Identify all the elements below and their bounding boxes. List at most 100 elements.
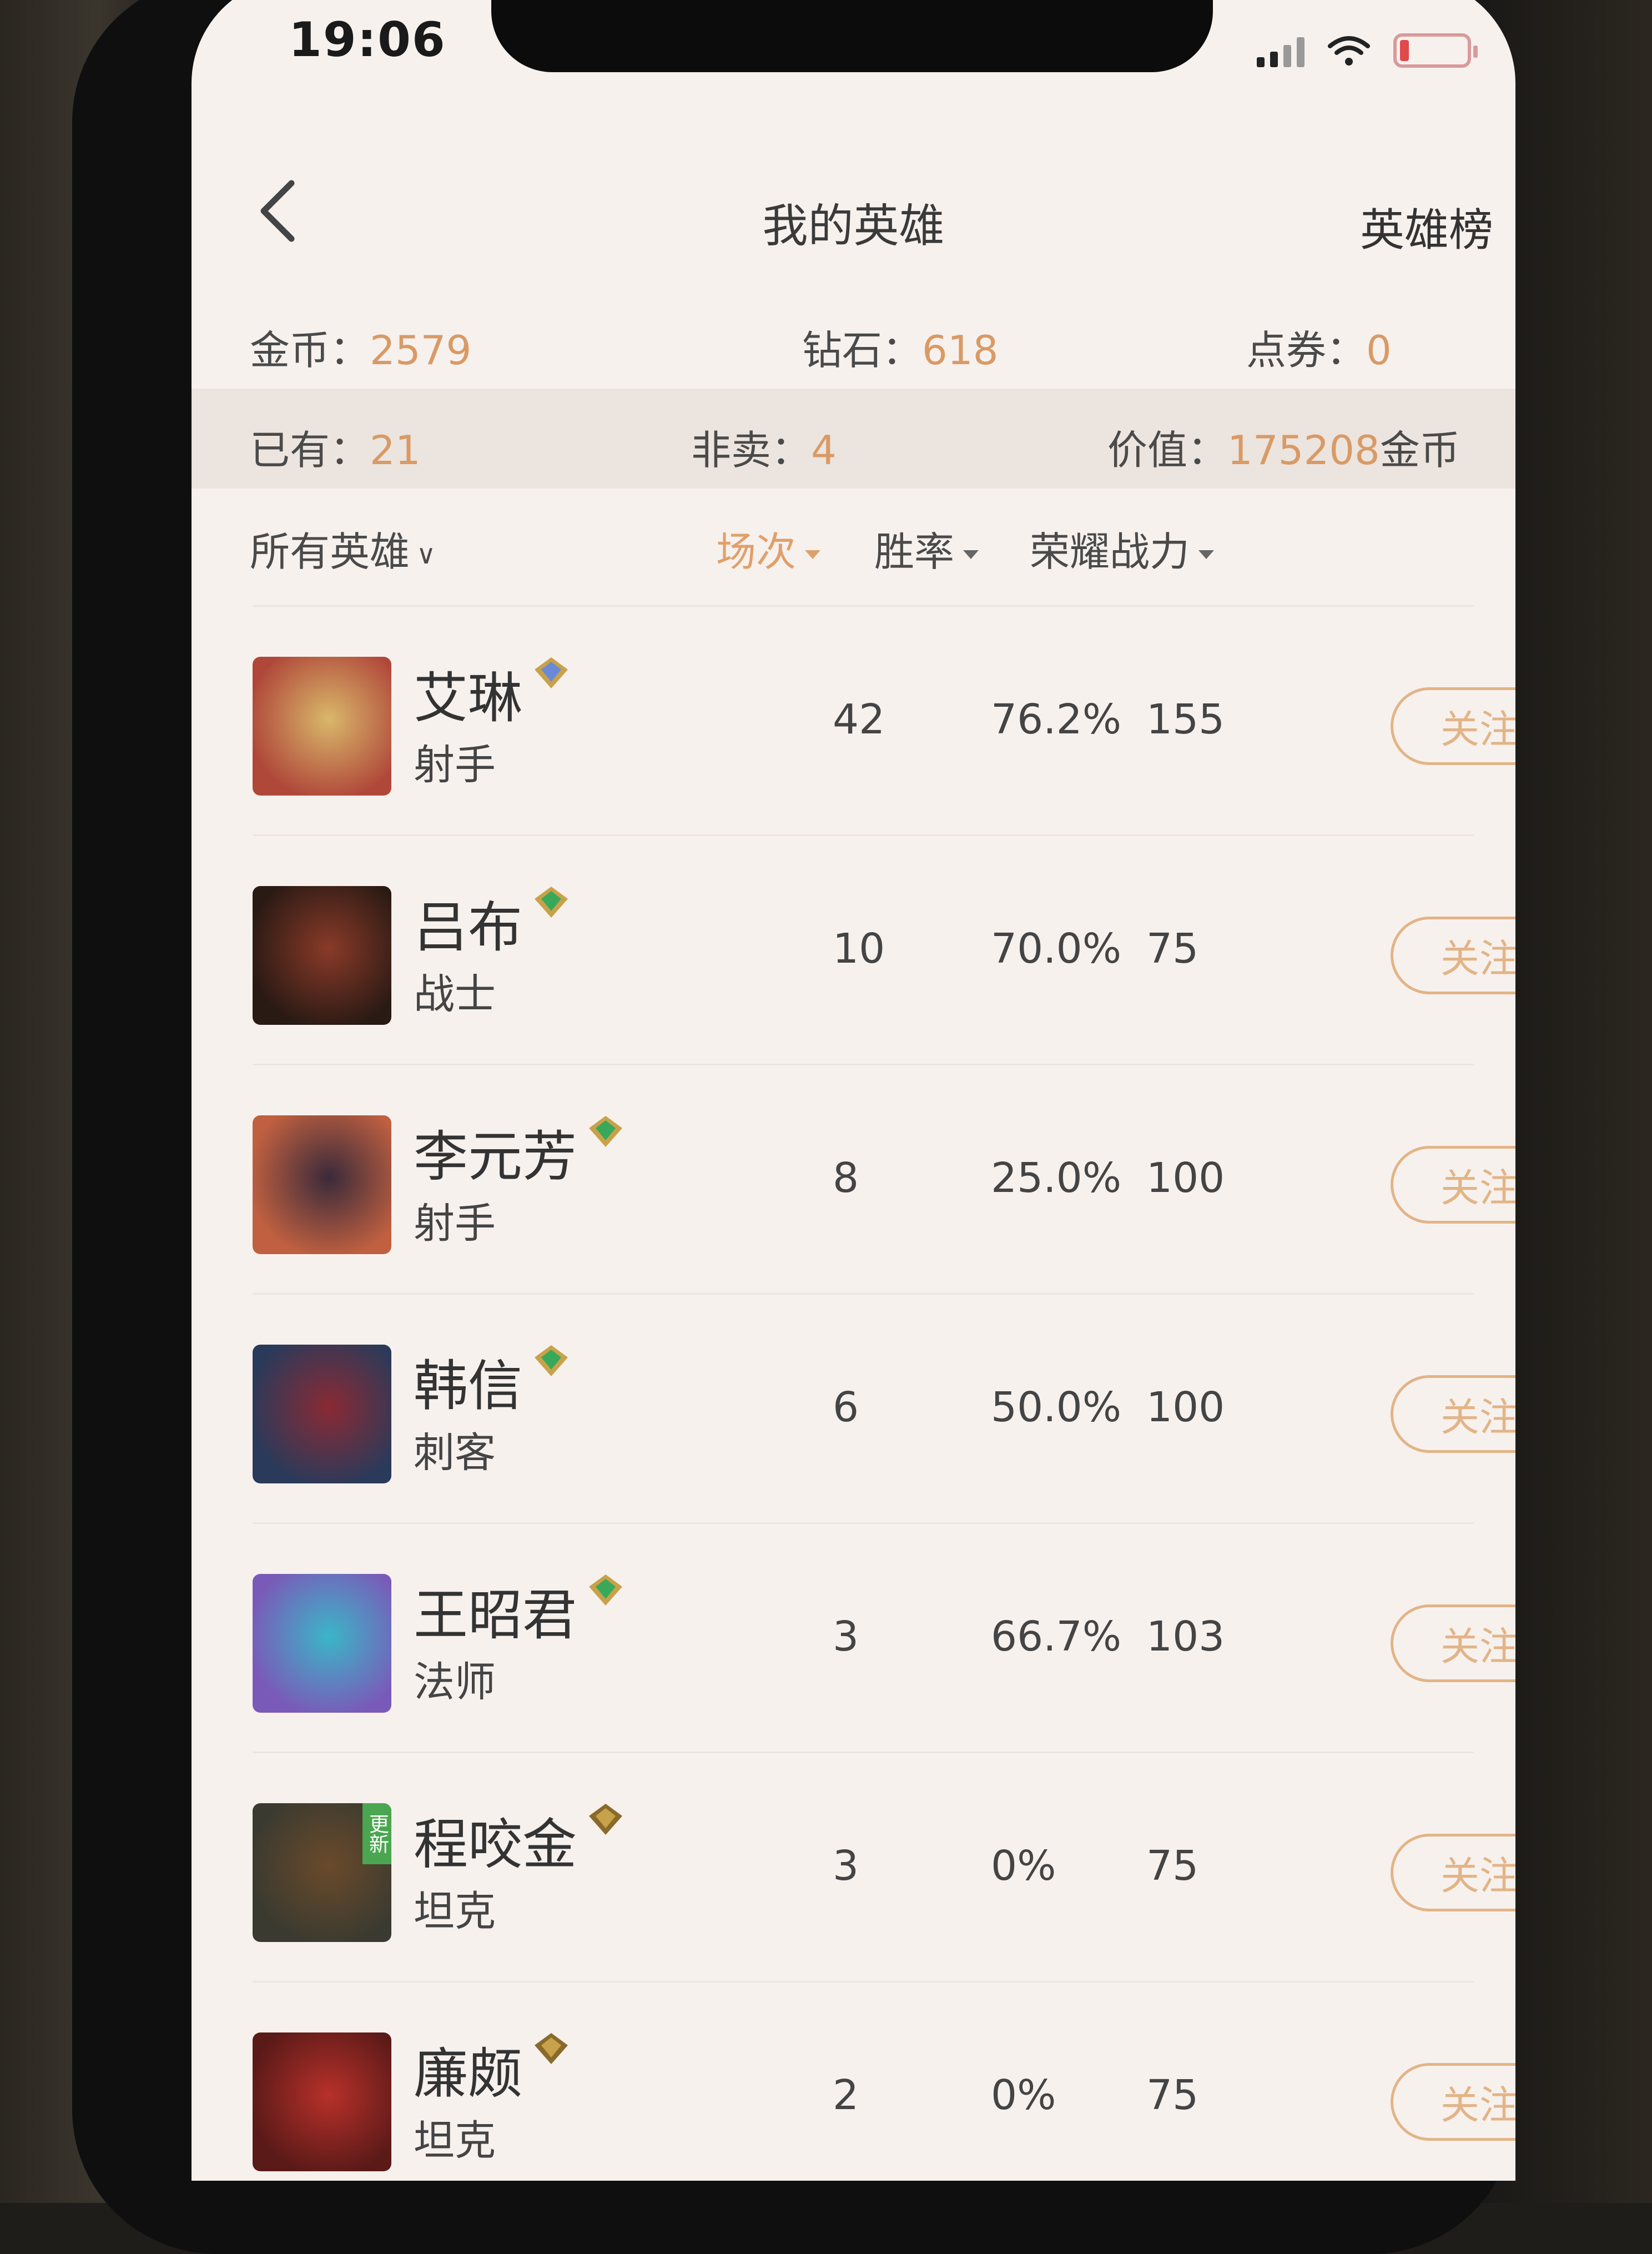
gold-stat: 金币：2579 (250, 318, 471, 376)
page-title: 我的英雄 (762, 200, 945, 253)
update-badge: 更新 (362, 1803, 391, 1864)
hero-avatar[interactable] (253, 1115, 391, 1254)
hero-winrate: 25.0% (991, 1154, 1122, 1202)
hero-avatar[interactable] (253, 886, 391, 1025)
sort-games-label: 场次 (716, 529, 797, 575)
sort-bar: 所有英雄 ∨ 场次 胜率 荣耀战力 (192, 489, 1515, 600)
diamond-stat: 钻石：618 (802, 318, 998, 376)
hero-row[interactable]: 韩信 刺客 6 50.0% 100 关注 (253, 1293, 1515, 1522)
hero-games: 8 (833, 1154, 859, 1202)
not-for-sale-stat: 非卖：4 (691, 417, 837, 476)
hero-row[interactable]: 王昭君 法师 3 66.7% 103 关注 (253, 1522, 1515, 1752)
hero-games: 10 (833, 925, 885, 973)
caret-down-icon (805, 550, 821, 560)
follow-button[interactable]: 关注 (1391, 687, 1515, 765)
hero-row[interactable]: 廉颇 坦克 2 0% 75 关注 (253, 1981, 1515, 2181)
hero-avatar[interactable] (253, 1345, 391, 1483)
hero-name: 吕布 (414, 896, 523, 959)
hero-power: 75 (1146, 925, 1199, 973)
follow-button[interactable]: 关注 (1391, 2063, 1515, 2141)
hero-filter-label: 所有英雄 (250, 529, 410, 575)
hero-name-block: 韩信 (414, 1342, 573, 1421)
hero-list: 艾琳 射手 42 76.2% 155 关注 吕布 战士 10 70.0% 75 … (253, 605, 1515, 2181)
blue-gem-icon (535, 657, 568, 688)
diamond-value: 618 (922, 327, 999, 374)
hero-role: 刺客 (414, 1429, 496, 1477)
hero-games: 2 (833, 2071, 859, 2119)
green-gem-icon (589, 1574, 623, 1606)
hero-row[interactable]: 艾琳 射手 42 76.2% 155 关注 (253, 605, 1515, 834)
hero-name-block: 王昭君 (414, 1571, 628, 1650)
green-gem-icon (535, 1345, 568, 1376)
follow-button[interactable]: 关注 (1391, 1604, 1515, 1682)
gold-value: 2579 (370, 327, 472, 374)
hero-role: 坦克 (414, 2117, 496, 2165)
hero-role: 射手 (414, 1200, 496, 1247)
gold-label: 金币： (250, 327, 370, 374)
hero-power: 155 (1146, 696, 1225, 743)
owned-stat: 已有：21 (250, 417, 421, 476)
owned-label: 已有： (250, 427, 370, 474)
hero-winrate: 76.2% (991, 696, 1122, 743)
hero-avatar[interactable] (253, 657, 391, 796)
sort-winrate[interactable]: 胜率 (874, 519, 979, 577)
hero-games: 6 (833, 1383, 859, 1431)
hero-role: 法师 (414, 1658, 496, 1706)
sort-games[interactable]: 场次 (716, 519, 821, 577)
diamond-label: 钻石： (802, 327, 923, 374)
hero-winrate: 50.0% (991, 1383, 1122, 1431)
hero-role: 战士 (414, 970, 496, 1018)
coupon-stat: 点券：0 (1246, 318, 1392, 376)
hero-filter-dropdown[interactable]: 所有英雄 ∨ (250, 519, 436, 577)
hero-power: 100 (1146, 1383, 1225, 1431)
wifi-icon (1328, 36, 1370, 66)
hero-name: 李元芳 (414, 1125, 577, 1189)
hero-power: 75 (1146, 1842, 1199, 1890)
hero-power: 100 (1146, 1154, 1225, 1202)
hero-power: 75 (1146, 2071, 1199, 2119)
hero-row[interactable]: 更新 程咬金 坦克 3 0% 75 关注 (253, 1752, 1515, 1981)
hero-role: 射手 (414, 741, 496, 789)
green-gem-icon (535, 887, 568, 918)
sort-power[interactable]: 荣耀战力 (1030, 519, 1215, 577)
caret-down-icon (963, 550, 979, 560)
hero-name: 程咬金 (414, 1813, 577, 1876)
worth-label: 价值： (1107, 427, 1228, 474)
sort-winrate-label: 胜率 (874, 529, 955, 575)
hero-avatar[interactable] (253, 2032, 391, 2171)
green-gem-icon (589, 1116, 623, 1147)
caret-down-icon (1198, 550, 1215, 560)
wallet-row: 金币：2579 钻石：618 点券：0 (192, 289, 1515, 389)
owned-value: 21 (370, 427, 421, 474)
signal-icon (1257, 34, 1305, 67)
hero-name: 艾琳 (414, 667, 523, 730)
hero-row[interactable]: 吕布 战士 10 70.0% 75 关注 (253, 834, 1515, 1064)
hero-role: 坦克 (414, 1888, 496, 1935)
hero-name-block: 吕布 (414, 883, 573, 962)
summary-row: 已有：21 非卖：4 价值：175208金币 (192, 389, 1515, 489)
gold-gem-icon (535, 2033, 568, 2064)
hero-avatar[interactable] (253, 1574, 391, 1713)
follow-button[interactable]: 关注 (1391, 917, 1515, 994)
hero-winrate: 66.7% (991, 1613, 1122, 1661)
hero-ranking-link[interactable]: 英雄榜 (1360, 194, 1493, 259)
coupon-value: 0 (1366, 327, 1392, 374)
camera-notch (491, 0, 1213, 72)
battery-icon (1393, 33, 1478, 68)
hero-name-block: 程咬金 (414, 1800, 628, 1879)
hero-avatar[interactable]: 更新 (253, 1803, 391, 1942)
phone-screen: 19:06 我的英雄 英雄榜 金币：2579 钻石：618 点券：0 已有：21… (192, 0, 1515, 2181)
not-for-sale-value: 4 (811, 427, 837, 474)
hero-name: 韩信 (414, 1355, 523, 1418)
follow-button[interactable]: 关注 (1391, 1146, 1515, 1224)
hero-name: 王昭君 (414, 1584, 577, 1647)
worth-stat: 价值：175208金币 (1107, 417, 1460, 476)
hero-name-block: 李元芳 (414, 1113, 628, 1191)
status-icons (1257, 33, 1478, 68)
follow-button[interactable]: 关注 (1391, 1375, 1515, 1453)
nav-bar: 我的英雄 英雄榜 (192, 144, 1515, 278)
sort-power-label: 荣耀战力 (1030, 529, 1190, 575)
follow-button[interactable]: 关注 (1391, 1834, 1515, 1911)
hero-row[interactable]: 李元芳 射手 8 25.0% 100 关注 (253, 1064, 1515, 1293)
hero-name: 廉颇 (414, 2042, 523, 2106)
